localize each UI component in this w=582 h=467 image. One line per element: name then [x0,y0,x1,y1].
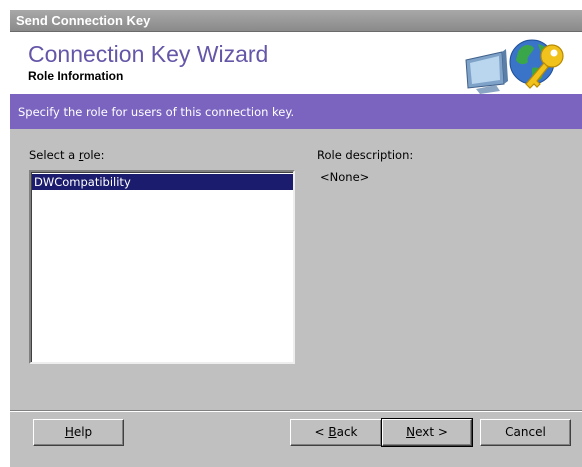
wizard-subtitle: Role Information [28,69,124,83]
list-item[interactable]: DWCompatibility [32,174,293,190]
connection-key-graphic [465,39,564,94]
send-connection-key-dialog: Send Connection Key Connection Key Wizar… [10,10,582,467]
wizard-title: Connection Key Wizard [28,41,269,67]
title-bar[interactable]: Send Connection Key [10,10,582,32]
window-title: Send Connection Key [16,13,151,28]
role-listbox[interactable]: DWCompatibility [29,170,295,364]
button-separator [10,410,582,412]
cancel-button[interactable]: Cancel [480,419,571,446]
monitor-icon [465,49,508,94]
wizard-header: Connection Key Wizard Role Information [10,32,582,94]
back-button[interactable]: < Back [290,419,382,446]
instruction-text: Specify the role for users of this conne… [18,105,295,119]
select-role-label: Select a role: [29,148,105,162]
help-button[interactable]: Help [33,419,124,446]
role-description-label: Role description: [317,148,414,162]
role-description-value: <None> [320,170,370,184]
next-button[interactable]: Next > [381,418,473,447]
instruction-banner: Specify the role for users of this conne… [10,94,582,129]
